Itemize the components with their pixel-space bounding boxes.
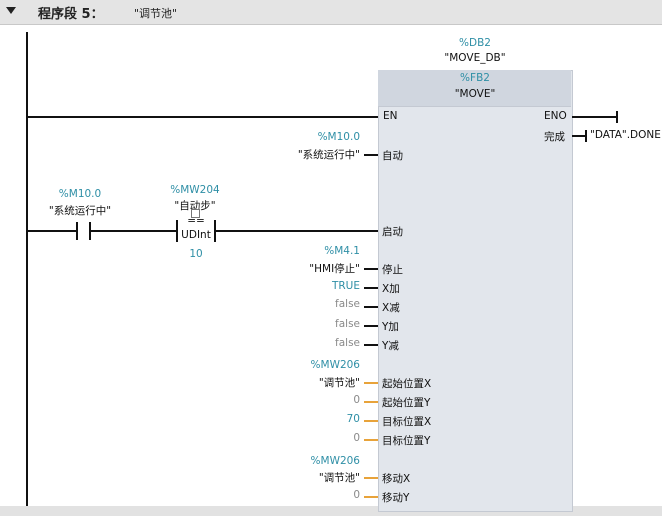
done-tag[interactable]: "DATA".DONE	[590, 129, 661, 141]
pin-start: 启动	[382, 226, 403, 238]
start-x-param-address: %MW206	[310, 359, 360, 371]
compare-value[interactable]: 10	[176, 248, 216, 260]
pin-done: 完成	[544, 131, 565, 143]
compare-address: %MW204	[170, 184, 220, 196]
pin-en: EN	[383, 110, 398, 122]
fb-name[interactable]: "MOVE"	[425, 88, 525, 100]
contact-left-bar[interactable]	[76, 222, 78, 240]
done-wire	[572, 135, 586, 137]
eno-wire	[572, 116, 618, 118]
contact-address: %M10.0	[58, 188, 102, 200]
rung2-wire-c	[216, 230, 378, 232]
compare-operator: ==	[187, 215, 205, 227]
pin-y-minus: Y减	[382, 340, 399, 352]
pin-auto: 自动	[382, 150, 403, 162]
en-wire	[27, 116, 378, 118]
stop-wire	[364, 268, 378, 270]
pin-move-x: 移动X	[382, 473, 411, 485]
auto-wire	[364, 154, 378, 156]
done-end-marker	[585, 130, 587, 142]
start-x-wire	[364, 382, 378, 384]
network-title: 程序段 5：	[38, 7, 104, 22]
y-plus-wire	[364, 325, 378, 327]
pin-start-x: 起始位置X	[382, 378, 432, 390]
target-y-value[interactable]: 0	[300, 432, 360, 444]
stop-param-name[interactable]: "HMI停止"	[250, 261, 360, 276]
instance-db-address: %DB2	[459, 37, 491, 49]
x-minus-wire	[364, 306, 378, 308]
pin-y-plus: Y加	[382, 321, 399, 333]
instance-db-name[interactable]: "MOVE_DB"	[425, 52, 525, 64]
rung2-wire-b	[90, 230, 176, 232]
x-plus-wire	[364, 287, 378, 289]
y-minus-value[interactable]: false	[300, 337, 360, 349]
contact-name[interactable]: "系统运行中"	[30, 203, 130, 218]
pin-start-y: 起始位置Y	[382, 397, 431, 409]
move-y-value[interactable]: 0	[300, 489, 360, 501]
move-x-wire	[364, 477, 378, 479]
fb-address: %FB2	[460, 72, 490, 84]
collapse-triangle-icon[interactable]	[6, 7, 16, 14]
stop-param-address: %M4.1	[324, 245, 360, 257]
pin-stop: 停止	[382, 264, 403, 276]
move-y-wire	[364, 496, 378, 498]
pin-target-x: 目标位置X	[382, 416, 432, 428]
start-y-wire	[364, 401, 378, 403]
rung2-wire-a	[27, 230, 77, 232]
target-y-wire	[364, 439, 378, 441]
pin-eno: ENO	[544, 110, 567, 122]
target-x-value[interactable]: 70	[300, 413, 360, 425]
start-y-value[interactable]: 0	[300, 394, 360, 406]
x-minus-value[interactable]: false	[300, 298, 360, 310]
compare-type: UDInt	[181, 229, 211, 241]
power-rail	[26, 32, 28, 506]
move-x-param-name[interactable]: "调节池"	[250, 470, 360, 485]
auto-param-name[interactable]: "系统运行中"	[250, 147, 360, 162]
move-x-param-address: %MW206	[310, 455, 360, 467]
start-x-param-name[interactable]: "调节池"	[250, 375, 360, 390]
auto-param-address: %M10.0	[317, 131, 360, 143]
pin-target-y: 目标位置Y	[382, 435, 431, 447]
x-plus-value[interactable]: TRUE	[300, 280, 360, 292]
network-comment[interactable]: "调节池"	[134, 5, 177, 21]
pin-move-y: 移动Y	[382, 492, 410, 504]
y-minus-wire	[364, 344, 378, 346]
eno-end-marker	[616, 111, 618, 123]
pin-x-minus: X减	[382, 302, 400, 314]
target-x-wire	[364, 420, 378, 422]
network-header[interactable]: 程序段 5： "调节池"	[0, 0, 662, 25]
pin-x-plus: X加	[382, 283, 400, 295]
y-plus-value[interactable]: false	[300, 318, 360, 330]
